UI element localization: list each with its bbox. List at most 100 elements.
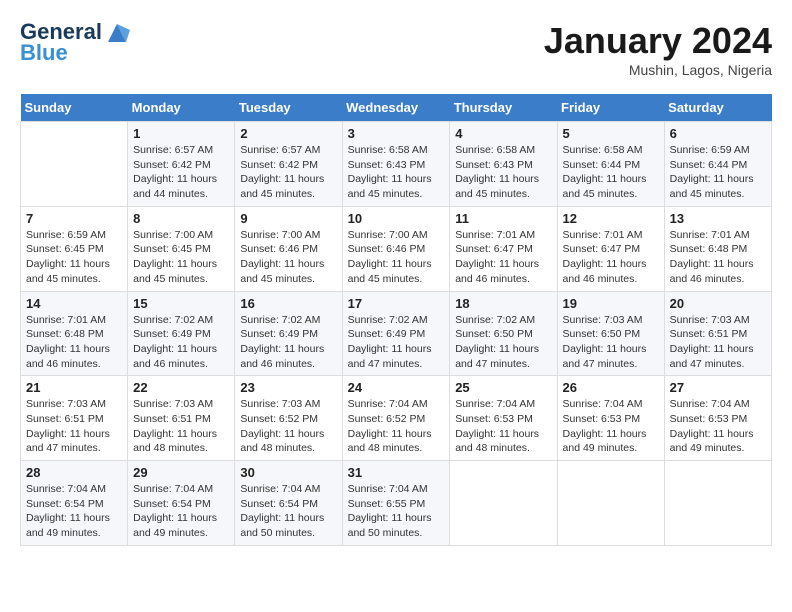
calendar-week-row: 28 Sunrise: 7:04 AMSunset: 6:54 PMDayligh… — [21, 461, 772, 546]
calendar-cell: 26 Sunrise: 7:04 AMSunset: 6:53 PMDayligh… — [557, 376, 664, 461]
day-number: 30 — [240, 465, 336, 480]
cell-info: Sunrise: 7:01 AMSunset: 6:47 PMDaylight:… — [563, 228, 659, 287]
day-number: 21 — [26, 380, 122, 395]
calendar-cell: 7 Sunrise: 6:59 AMSunset: 6:45 PMDaylight… — [21, 206, 128, 291]
calendar-cell — [557, 461, 664, 546]
cell-info: Sunrise: 6:59 AMSunset: 6:45 PMDaylight:… — [26, 228, 122, 287]
day-number: 7 — [26, 211, 122, 226]
logo-icon — [104, 22, 130, 44]
calendar-cell: 21 Sunrise: 7:03 AMSunset: 6:51 PMDayligh… — [21, 376, 128, 461]
calendar-cell: 22Sunrise: 7:03 AMSunset: 6:51 PMDayligh… — [128, 376, 235, 461]
day-number: 20 — [670, 296, 766, 311]
calendar-week-row: 1 Sunrise: 6:57 AMSunset: 6:42 PMDaylight… — [21, 122, 772, 207]
location: Mushin, Lagos, Nigeria — [544, 62, 772, 78]
day-number: 2 — [240, 126, 336, 141]
cell-info: Sunrise: 7:04 AMSunset: 6:53 PMDaylight:… — [563, 397, 659, 456]
day-number: 13 — [670, 211, 766, 226]
calendar-cell: 14 Sunrise: 7:01 AMSunset: 6:48 PMDayligh… — [21, 291, 128, 376]
calendar-cell: 5Sunrise: 6:58 AMSunset: 6:44 PMDaylight… — [557, 122, 664, 207]
calendar-cell: 18 Sunrise: 7:02 AMSunset: 6:50 PMDayligh… — [450, 291, 557, 376]
cell-info: Sunrise: 7:04 AMSunset: 6:55 PMDaylight:… — [348, 482, 445, 541]
cell-info: Sunrise: 6:57 AMSunset: 6:42 PMDaylight:… — [240, 143, 336, 202]
cell-info: Sunrise: 7:03 AMSunset: 6:50 PMDaylight:… — [563, 313, 659, 372]
day-number: 28 — [26, 465, 122, 480]
cell-info: Sunrise: 7:01 AMSunset: 6:48 PMDaylight:… — [26, 313, 122, 372]
cell-info: Sunrise: 6:58 AMSunset: 6:44 PMDaylight:… — [563, 143, 659, 202]
cell-info: Sunrise: 7:03 AMSunset: 6:51 PMDaylight:… — [26, 397, 122, 456]
calendar-cell: 13Sunrise: 7:01 AMSunset: 6:48 PMDayligh… — [664, 206, 771, 291]
cell-info: Sunrise: 6:58 AMSunset: 6:43 PMDaylight:… — [348, 143, 445, 202]
day-number: 18 — [455, 296, 551, 311]
cell-info: Sunrise: 7:00 AMSunset: 6:46 PMDaylight:… — [240, 228, 336, 287]
calendar-cell: 1Sunrise: 6:57 AMSunset: 6:42 PMDaylight… — [128, 122, 235, 207]
weekday-header: Sunday — [21, 94, 128, 122]
cell-info: Sunrise: 7:04 AMSunset: 6:53 PMDaylight:… — [455, 397, 551, 456]
calendar-cell: 31 Sunrise: 7:04 AMSunset: 6:55 PMDayligh… — [342, 461, 450, 546]
calendar-cell — [450, 461, 557, 546]
weekday-header: Saturday — [664, 94, 771, 122]
day-number: 17 — [348, 296, 445, 311]
weekday-header: Thursday — [450, 94, 557, 122]
weekday-header: Wednesday — [342, 94, 450, 122]
cell-info: Sunrise: 7:03 AMSunset: 6:51 PMDaylight:… — [670, 313, 766, 372]
day-number: 19 — [563, 296, 659, 311]
day-number: 1 — [133, 126, 229, 141]
cell-info: Sunrise: 7:02 AMSunset: 6:50 PMDaylight:… — [455, 313, 551, 372]
cell-info: Sunrise: 7:04 AMSunset: 6:53 PMDaylight:… — [670, 397, 766, 456]
day-number: 6 — [670, 126, 766, 141]
cell-info: Sunrise: 7:02 AMSunset: 6:49 PMDaylight:… — [240, 313, 336, 372]
calendar-cell: 4 Sunrise: 6:58 AMSunset: 6:43 PMDaylight… — [450, 122, 557, 207]
day-number: 8 — [133, 211, 229, 226]
calendar-cell: 25 Sunrise: 7:04 AMSunset: 6:53 PMDayligh… — [450, 376, 557, 461]
calendar-cell: 8 Sunrise: 7:00 AMSunset: 6:45 PMDaylight… — [128, 206, 235, 291]
calendar-week-row: 21 Sunrise: 7:03 AMSunset: 6:51 PMDayligh… — [21, 376, 772, 461]
weekday-header: Tuesday — [235, 94, 342, 122]
day-number: 15 — [133, 296, 229, 311]
calendar-table: SundayMondayTuesdayWednesdayThursdayFrid… — [20, 94, 772, 546]
calendar-cell: 2 Sunrise: 6:57 AMSunset: 6:42 PMDaylight… — [235, 122, 342, 207]
cell-info: Sunrise: 7:03 AMSunset: 6:52 PMDaylight:… — [240, 397, 336, 456]
day-number: 10 — [348, 211, 445, 226]
cell-info: Sunrise: 7:04 AMSunset: 6:52 PMDaylight:… — [348, 397, 445, 456]
logo: General Blue — [20, 20, 130, 66]
calendar-cell: 15 Sunrise: 7:02 AMSunset: 6:49 PMDayligh… — [128, 291, 235, 376]
calendar-cell: 24 Sunrise: 7:04 AMSunset: 6:52 PMDayligh… — [342, 376, 450, 461]
calendar-cell: 17 Sunrise: 7:02 AMSunset: 6:49 PMDayligh… — [342, 291, 450, 376]
day-number: 26 — [563, 380, 659, 395]
day-number: 12 — [563, 211, 659, 226]
month-title: January 2024 — [544, 20, 772, 62]
calendar-cell: 16 Sunrise: 7:02 AMSunset: 6:49 PMDayligh… — [235, 291, 342, 376]
calendar-cell: 29 Sunrise: 7:04 AMSunset: 6:54 PMDayligh… — [128, 461, 235, 546]
day-number: 16 — [240, 296, 336, 311]
cell-info: Sunrise: 6:59 AMSunset: 6:44 PMDaylight:… — [670, 143, 766, 202]
cell-info: Sunrise: 7:04 AMSunset: 6:54 PMDaylight:… — [133, 482, 229, 541]
cell-info: Sunrise: 7:02 AMSunset: 6:49 PMDaylight:… — [348, 313, 445, 372]
cell-info: Sunrise: 6:58 AMSunset: 6:43 PMDaylight:… — [455, 143, 551, 202]
day-number: 14 — [26, 296, 122, 311]
day-number: 29 — [133, 465, 229, 480]
calendar-cell: 10 Sunrise: 7:00 AMSunset: 6:46 PMDayligh… — [342, 206, 450, 291]
cell-info: Sunrise: 7:02 AMSunset: 6:49 PMDaylight:… — [133, 313, 229, 372]
cell-info: Sunrise: 7:01 AMSunset: 6:47 PMDaylight:… — [455, 228, 551, 287]
day-number: 22 — [133, 380, 229, 395]
cell-info: Sunrise: 7:00 AMSunset: 6:46 PMDaylight:… — [348, 228, 445, 287]
weekday-header: Friday — [557, 94, 664, 122]
page-header: General Blue January 2024 Mushin, Lagos,… — [20, 20, 772, 78]
cell-info: Sunrise: 7:00 AMSunset: 6:45 PMDaylight:… — [133, 228, 229, 287]
day-number: 11 — [455, 211, 551, 226]
calendar-cell: 27Sunrise: 7:04 AMSunset: 6:53 PMDayligh… — [664, 376, 771, 461]
calendar-cell — [21, 122, 128, 207]
calendar-cell: 30Sunrise: 7:04 AMSunset: 6:54 PMDayligh… — [235, 461, 342, 546]
calendar-cell: 12 Sunrise: 7:01 AMSunset: 6:47 PMDayligh… — [557, 206, 664, 291]
day-number: 25 — [455, 380, 551, 395]
day-number: 31 — [348, 465, 445, 480]
calendar-week-row: 7 Sunrise: 6:59 AMSunset: 6:45 PMDaylight… — [21, 206, 772, 291]
calendar-cell: 11 Sunrise: 7:01 AMSunset: 6:47 PMDayligh… — [450, 206, 557, 291]
calendar-cell: 23Sunrise: 7:03 AMSunset: 6:52 PMDayligh… — [235, 376, 342, 461]
calendar-cell: 19 Sunrise: 7:03 AMSunset: 6:50 PMDayligh… — [557, 291, 664, 376]
day-number: 24 — [348, 380, 445, 395]
calendar-header-row: SundayMondayTuesdayWednesdayThursdayFrid… — [21, 94, 772, 122]
title-block: January 2024 Mushin, Lagos, Nigeria — [544, 20, 772, 78]
day-number: 4 — [455, 126, 551, 141]
calendar-cell: 28Sunrise: 7:04 AMSunset: 6:54 PMDayligh… — [21, 461, 128, 546]
